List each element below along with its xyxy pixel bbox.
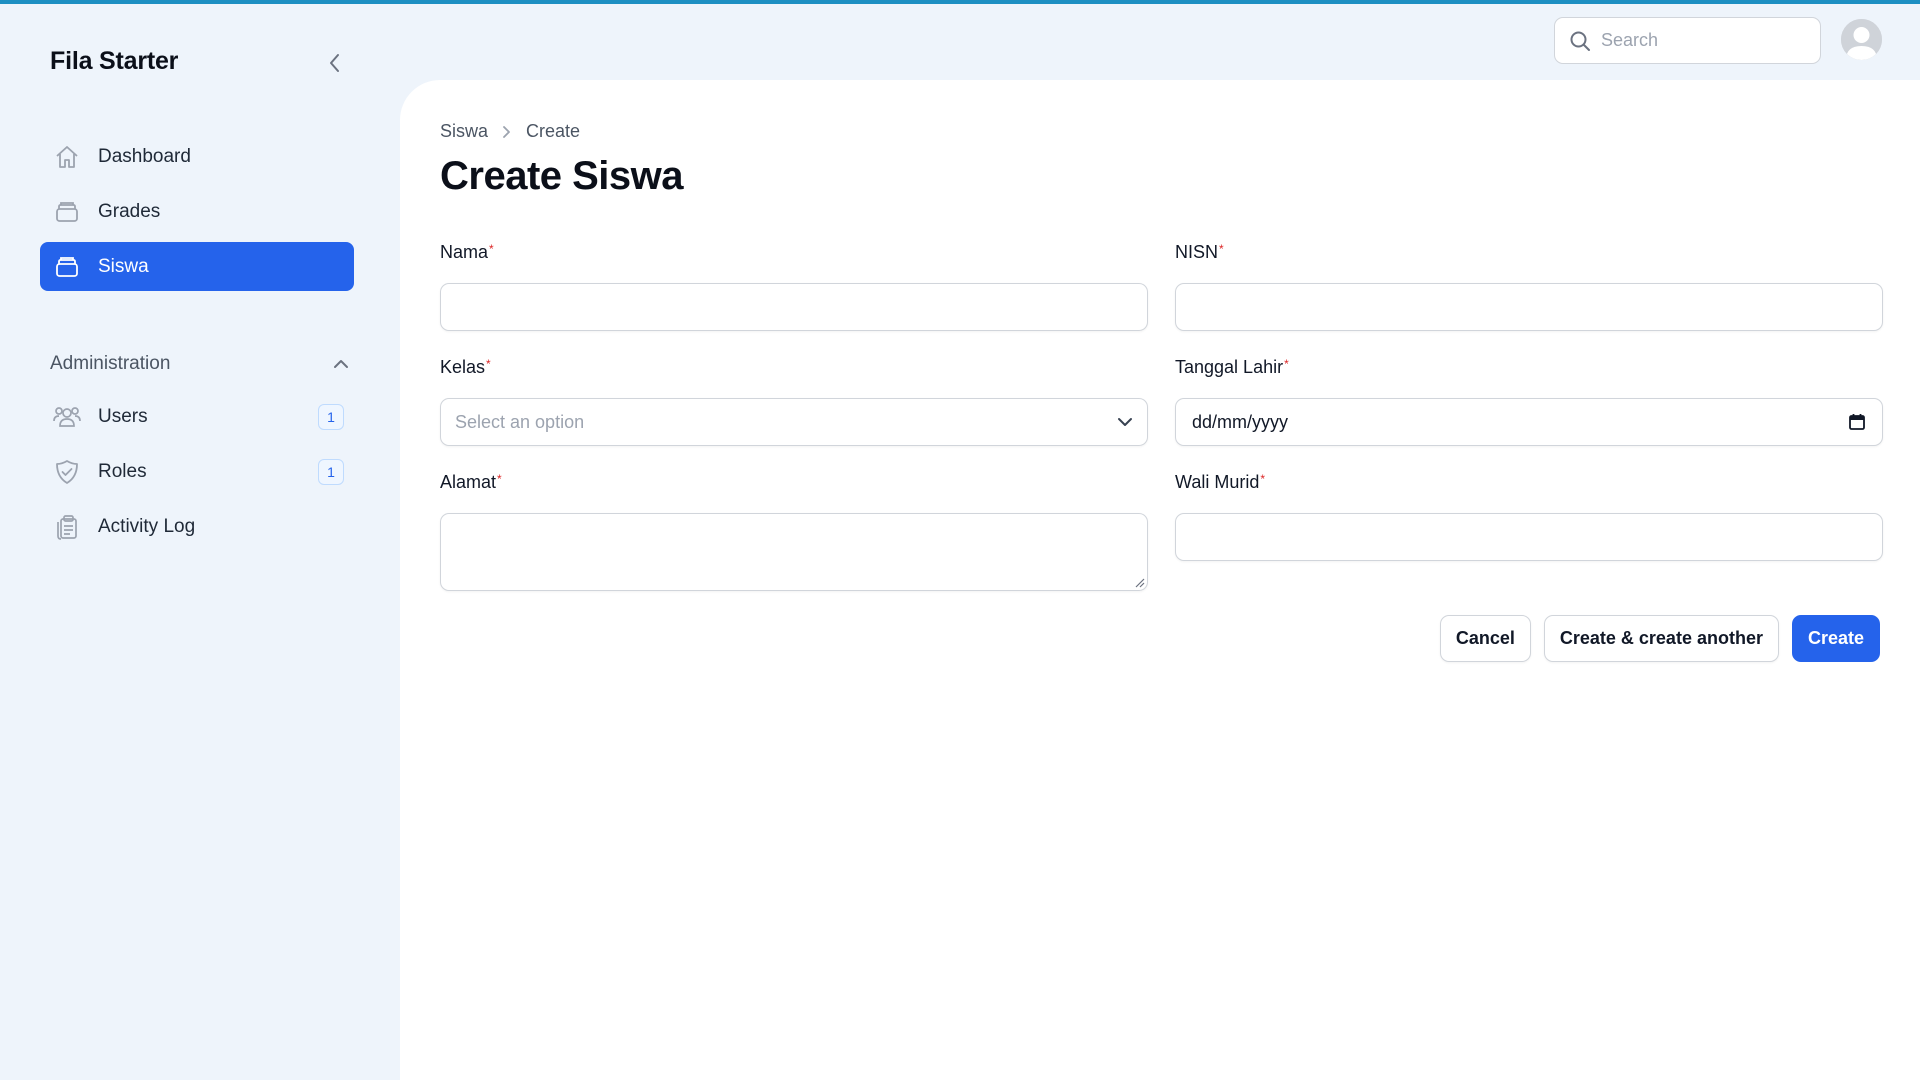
- field-label: NISN*: [1175, 242, 1883, 268]
- sidebar-item-label: Grades: [98, 200, 161, 222]
- count-badge: 1: [318, 404, 344, 430]
- resize-handle-icon[interactable]: [1133, 576, 1145, 588]
- page-title: Create Siswa: [440, 154, 684, 198]
- sidebar-item-dashboard[interactable]: Dashboard: [40, 132, 354, 181]
- create-button[interactable]: Create: [1791, 615, 1880, 662]
- field-label-text: Wali Murid: [1175, 472, 1260, 492]
- form-actions: Cancel Create & create another Create: [1439, 615, 1880, 662]
- avatar-icon: [1841, 19, 1882, 60]
- chevron-up-icon: [334, 360, 348, 368]
- shield-check-icon: [52, 457, 82, 487]
- sidebar-item-users[interactable]: Users 1: [40, 392, 354, 441]
- user-avatar[interactable]: [1841, 19, 1882, 60]
- home-icon: [52, 142, 82, 172]
- calendar-icon[interactable]: [1848, 413, 1866, 431]
- required-asterisk: *: [1219, 242, 1224, 256]
- breadcrumb-link-siswa[interactable]: Siswa: [440, 121, 488, 142]
- cancel-button[interactable]: Cancel: [1439, 615, 1531, 662]
- required-asterisk: *: [486, 357, 491, 371]
- sidebar-item-label: Activity Log: [98, 515, 196, 537]
- main-nav: Dashboard Grades Siswa: [40, 132, 354, 297]
- count-badge: 1: [318, 459, 344, 485]
- sidebar-item-label: Roles: [98, 460, 147, 482]
- create-another-button[interactable]: Create & create another: [1543, 615, 1779, 662]
- field-tanggal-lahir: Tanggal Lahir* dd/mm/yyyy: [1175, 357, 1883, 446]
- wali-murid-input[interactable]: [1175, 513, 1883, 561]
- field-label: Tanggal Lahir*: [1175, 357, 1883, 383]
- alamat-textarea[interactable]: [440, 513, 1148, 591]
- required-asterisk: *: [1284, 357, 1289, 371]
- sidebar-item-activity-log[interactable]: Activity Log: [40, 502, 354, 551]
- main-content: Siswa Create Create Siswa Nama* NISN* Ke…: [400, 80, 1920, 1080]
- sidebar-item-grades[interactable]: Grades: [40, 187, 354, 236]
- tanggal-lahir-date-input[interactable]: dd/mm/yyyy: [1175, 398, 1883, 446]
- field-label-text: Tanggal Lahir: [1175, 357, 1284, 377]
- field-label-text: Nama: [440, 242, 489, 262]
- sidebar-item-roles[interactable]: Roles 1: [40, 447, 354, 496]
- stack-icon: [52, 197, 82, 227]
- date-placeholder: dd/mm/yyyy: [1192, 411, 1289, 432]
- global-search: [1554, 17, 1821, 64]
- nav-group-administration[interactable]: Administration: [50, 349, 350, 379]
- stack-icon: [52, 252, 82, 282]
- sidebar: Fila Starter Dashboard Grades Siswa Admi…: [0, 4, 400, 1080]
- admin-nav: Users 1 Roles 1 Activity Log: [40, 392, 354, 557]
- field-wali-murid: Wali Murid*: [1175, 472, 1883, 561]
- field-label-text: Alamat: [440, 472, 497, 492]
- chevron-right-icon: [502, 125, 512, 139]
- field-nama: Nama*: [440, 242, 1148, 331]
- field-nisn: NISN*: [1175, 242, 1883, 331]
- sidebar-item-siswa[interactable]: Siswa: [40, 242, 354, 291]
- field-alamat: Alamat*: [440, 472, 1148, 591]
- breadcrumb: Siswa Create: [440, 121, 580, 142]
- clipboard-icon: [52, 512, 82, 542]
- nav-group-label: Administration: [50, 353, 171, 374]
- chevron-left-icon: [330, 54, 339, 72]
- field-label: Wali Murid*: [1175, 472, 1883, 498]
- required-asterisk: *: [1260, 472, 1266, 486]
- breadcrumb-current: Create: [526, 121, 581, 141]
- brand-title: Fila Starter: [50, 47, 179, 75]
- search-icon: [1570, 31, 1590, 51]
- field-label: Nama*: [440, 242, 1148, 268]
- search-input[interactable]: [1601, 30, 1801, 51]
- sidebar-item-label: Users: [98, 405, 148, 427]
- field-label-text: NISN: [1175, 242, 1219, 262]
- sidebar-item-label: Siswa: [98, 255, 149, 277]
- required-asterisk: *: [497, 472, 502, 486]
- required-asterisk: *: [489, 242, 494, 256]
- field-label: Alamat*: [440, 472, 1148, 498]
- kelas-select[interactable]: Select an option: [440, 398, 1148, 446]
- field-kelas: Kelas* Select an option: [440, 357, 1148, 446]
- sidebar-collapse-button[interactable]: [322, 50, 348, 76]
- field-label: Kelas*: [440, 357, 1148, 383]
- nisn-input[interactable]: [1175, 283, 1883, 331]
- users-icon: [52, 402, 82, 432]
- sidebar-item-label: Dashboard: [98, 145, 191, 167]
- select-placeholder: Select an option: [455, 411, 585, 432]
- nama-input[interactable]: [440, 283, 1148, 331]
- field-label-text: Kelas: [440, 357, 486, 377]
- chevron-down-icon: [1118, 418, 1132, 426]
